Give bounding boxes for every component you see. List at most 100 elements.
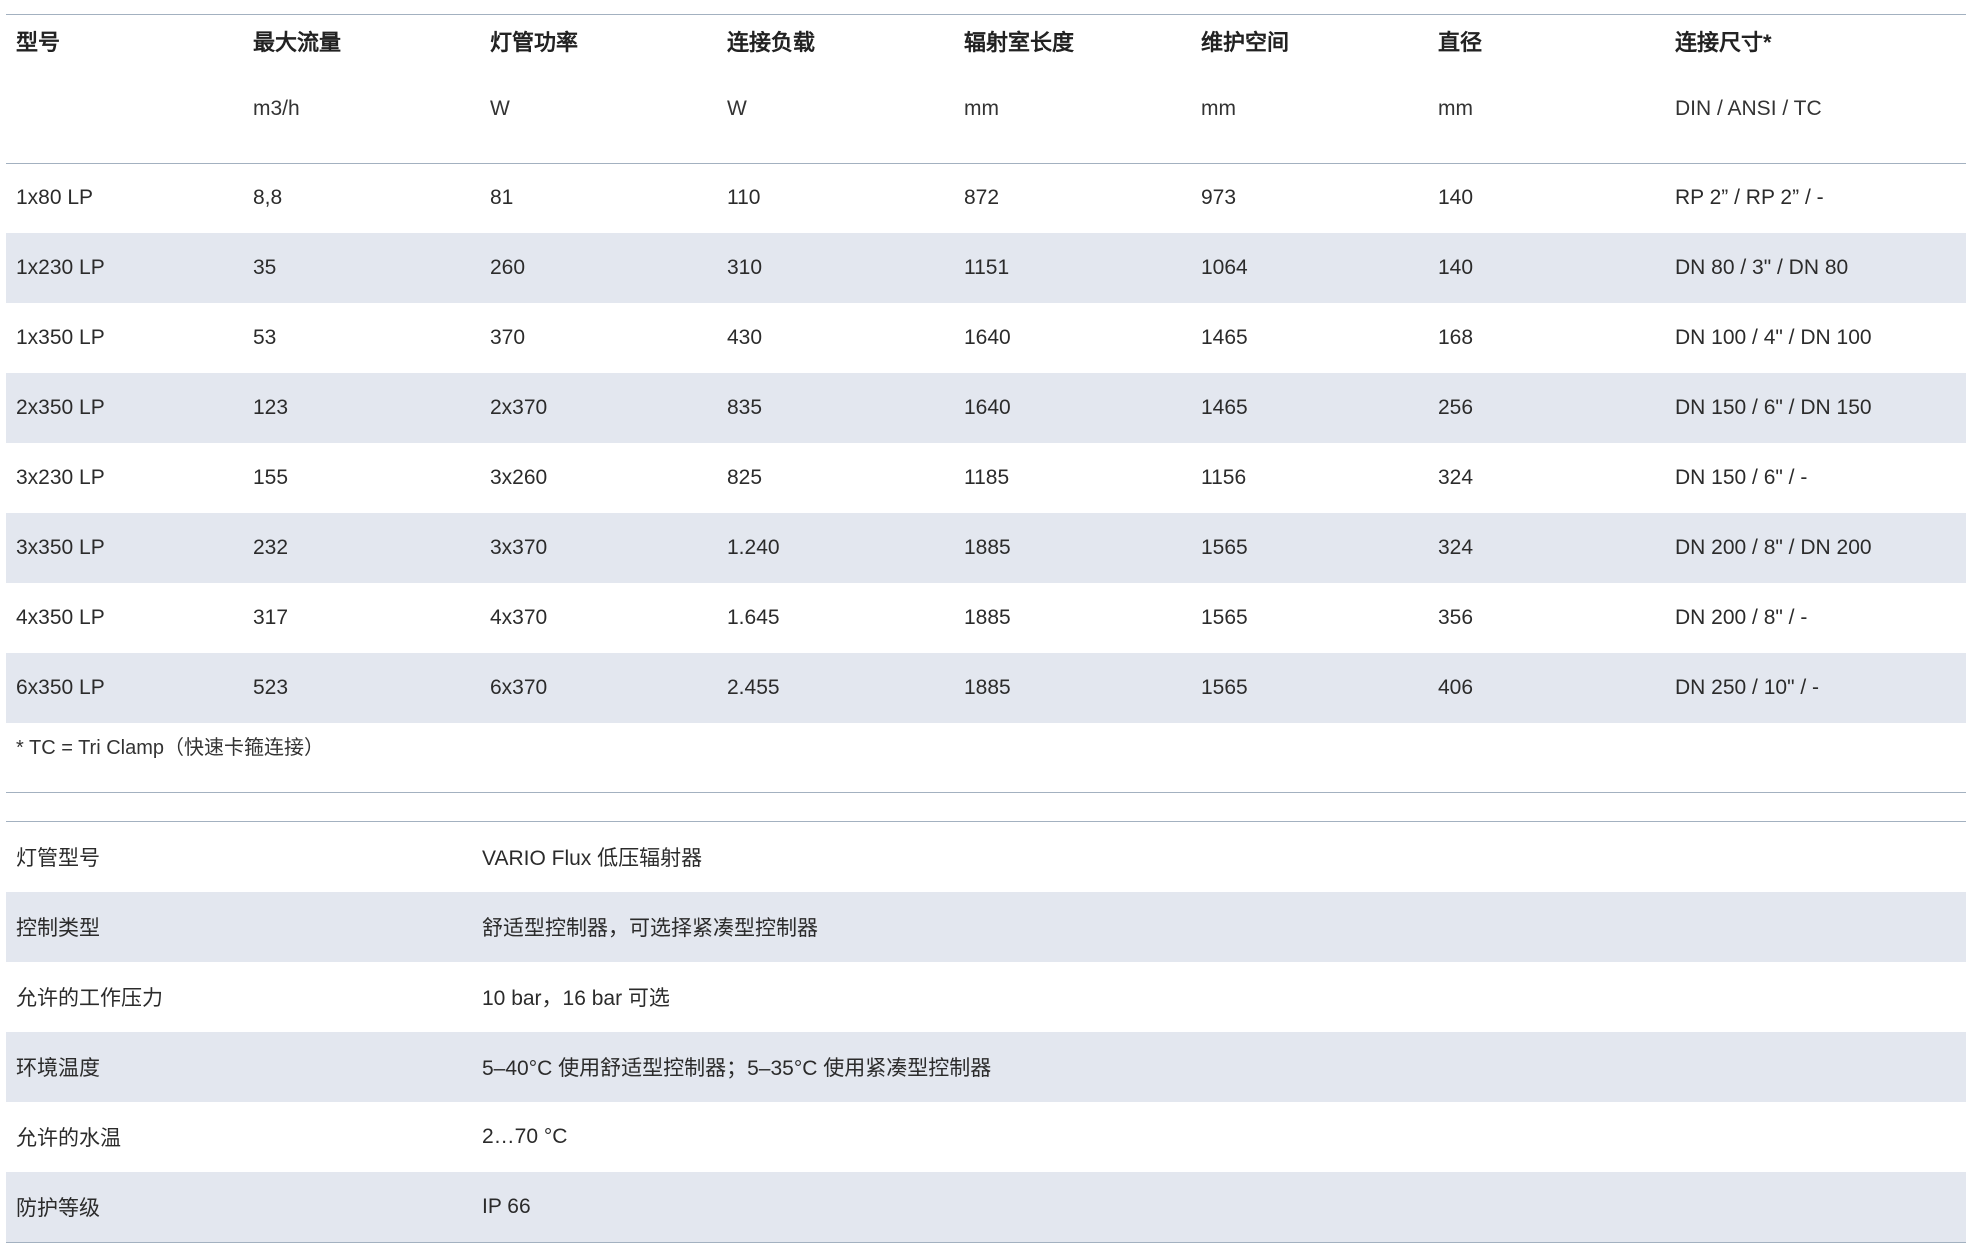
table-row: 6x350 LP 523 6x370 2.455 1885 1565 406 D… <box>6 653 1966 723</box>
unit-lamp-power: W <box>480 67 717 164</box>
property-value: 10 bar，16 bar 可选 <box>482 987 670 1010</box>
header-connection-size: 连接尺寸* <box>1675 30 1772 55</box>
cell-chamber-length: 1885 <box>964 606 1011 629</box>
property-value: IP 66 <box>482 1195 531 1218</box>
specifications-table: 型号 最大流量 灯管功率 连接负载 辐射室长度 维护空间 直径 连接尺寸* m3… <box>6 14 1966 723</box>
cell-model: 1x80 LP <box>16 186 94 210</box>
table-row: 2x350 LP 123 2x370 835 1640 1465 256 DN … <box>6 373 1966 443</box>
cell-model: 4x350 LP <box>16 606 105 629</box>
unit-max-flow: m3/h <box>243 67 480 164</box>
unit-connection-size: DIN / ANSI / TC <box>1665 67 1966 164</box>
table-footnote: * TC = Tri Clamp（快速卡箍连接） <box>6 723 1966 793</box>
property-label: 允许的工作压力 <box>16 987 163 1010</box>
cell-max-flow: 232 <box>243 513 480 583</box>
cell-max-flow: 8,8 <box>253 186 283 210</box>
properties-list: 灯管型号 VARIO Flux 低压辐射器 控制类型 舒适型控制器，可选择紧凑型… <box>6 821 1966 1243</box>
cell-connection-size: DN 150 / 6" / - <box>1675 466 1808 489</box>
cell-connected-load: 1.240 <box>717 513 954 583</box>
cell-maintenance-space: 1565 <box>1191 513 1428 583</box>
cell-lamp-power: 4x370 <box>490 606 548 629</box>
property-label: 灯管型号 <box>16 847 100 870</box>
cell-connected-load: 430 <box>727 326 763 349</box>
cell-diameter: 406 <box>1428 653 1665 723</box>
cell-diameter: 324 <box>1438 466 1474 489</box>
property-row: 防护等级 IP 66 <box>6 1172 1966 1242</box>
unit-model <box>6 67 243 164</box>
cell-connection-size: DN 250 / 10" / - <box>1665 653 1966 723</box>
cell-diameter: 140 <box>1438 186 1474 210</box>
header-connected-load: 连接负载 <box>727 30 816 55</box>
cell-model: 2x350 LP <box>6 373 243 443</box>
property-value: VARIO Flux 低压辐射器 <box>482 847 703 870</box>
unit-connected-load: W <box>717 67 954 164</box>
cell-connected-load: 825 <box>727 466 763 489</box>
cell-diameter: 356 <box>1438 606 1474 629</box>
cell-maintenance-space: 1465 <box>1201 326 1248 349</box>
unit-chamber-length: mm <box>954 67 1191 164</box>
property-label: 环境温度 <box>16 1057 100 1080</box>
cell-diameter: 324 <box>1428 513 1665 583</box>
cell-maintenance-space: 1565 <box>1201 606 1248 629</box>
cell-lamp-power: 3x370 <box>480 513 717 583</box>
table-row: 1x80 LP 8,8 81 110 872 973 140 RP 2” / R… <box>6 163 1966 233</box>
cell-model: 3x230 LP <box>16 466 105 489</box>
spec-sheet: 型号 最大流量 灯管功率 连接负载 辐射室长度 维护空间 直径 连接尺寸* m3… <box>6 14 1966 1243</box>
cell-maintenance-space: 1565 <box>1191 653 1428 723</box>
cell-connected-load: 1.645 <box>727 606 780 629</box>
header-chamber-length: 辐射室长度 <box>964 30 1075 55</box>
cell-max-flow: 53 <box>253 326 277 349</box>
unit-diameter: mm <box>1428 67 1665 164</box>
cell-chamber-length: 1185 <box>964 466 1010 489</box>
table-row: 3x230 LP 155 3x260 825 1185 1156 324 DN … <box>6 443 1966 513</box>
cell-connected-load: 835 <box>717 373 954 443</box>
property-row: 控制类型 舒适型控制器，可选择紧凑型控制器 <box>6 892 1966 962</box>
property-value: 2…70 °C <box>482 1125 568 1148</box>
property-value: 舒适型控制器，可选择紧凑型控制器 <box>482 917 818 940</box>
cell-maintenance-space: 973 <box>1201 186 1237 210</box>
cell-lamp-power: 81 <box>490 186 514 210</box>
cell-max-flow: 317 <box>253 606 289 629</box>
cell-lamp-power: 370 <box>490 326 526 349</box>
cell-max-flow: 35 <box>243 233 480 303</box>
cell-maintenance-space: 1156 <box>1201 466 1247 489</box>
cell-connected-load: 110 <box>727 186 761 210</box>
cell-diameter: 256 <box>1428 373 1665 443</box>
property-row: 环境温度 5–40°C 使用舒适型控制器；5–35°C 使用紧凑型控制器 <box>6 1032 1966 1102</box>
cell-connection-size: DN 80 / 3" / DN 80 <box>1665 233 1966 303</box>
cell-model: 6x350 LP <box>6 653 243 723</box>
property-label: 控制类型 <box>16 917 100 940</box>
cell-diameter: 168 <box>1438 326 1474 349</box>
cell-model: 3x350 LP <box>6 513 243 583</box>
property-row: 允许的水温 2…70 °C <box>6 1102 1966 1172</box>
cell-connected-load: 310 <box>717 233 954 303</box>
cell-lamp-power: 6x370 <box>480 653 717 723</box>
cell-model: 1x350 LP <box>16 326 105 349</box>
cell-max-flow: 155 <box>253 466 289 489</box>
cell-maintenance-space: 1465 <box>1191 373 1428 443</box>
header-lamp-power: 灯管功率 <box>490 30 579 55</box>
table-header-row: 型号 最大流量 灯管功率 连接负载 辐射室长度 维护空间 直径 连接尺寸* <box>6 15 1966 68</box>
cell-connection-size: DN 200 / 8" / DN 200 <box>1665 513 1966 583</box>
cell-chamber-length: 1885 <box>954 653 1191 723</box>
cell-lamp-power: 2x370 <box>480 373 717 443</box>
header-max-flow: 最大流量 <box>253 30 342 55</box>
cell-diameter: 140 <box>1428 233 1665 303</box>
cell-chamber-length: 1885 <box>954 513 1191 583</box>
cell-lamp-power: 260 <box>480 233 717 303</box>
cell-max-flow: 523 <box>243 653 480 723</box>
header-maintenance-space: 维护空间 <box>1201 30 1290 55</box>
table-row: 1x230 LP 35 260 310 1151 1064 140 DN 80 … <box>6 233 1966 303</box>
cell-max-flow: 123 <box>243 373 480 443</box>
property-row: 灯管型号 VARIO Flux 低压辐射器 <box>6 822 1966 892</box>
cell-connection-size: DN 150 / 6" / DN 150 <box>1665 373 1966 443</box>
property-row: 允许的工作压力 10 bar，16 bar 可选 <box>6 962 1966 1032</box>
cell-chamber-length: 1151 <box>954 233 1191 303</box>
cell-connection-size: DN 100 / 4" / DN 100 <box>1675 326 1872 349</box>
table-row: 3x350 LP 232 3x370 1.240 1885 1565 324 D… <box>6 513 1966 583</box>
header-model: 型号 <box>16 30 61 55</box>
cell-maintenance-space: 1064 <box>1191 233 1428 303</box>
table-row: 4x350 LP 317 4x370 1.645 1885 1565 356 D… <box>6 583 1966 653</box>
cell-chamber-length: 1640 <box>964 326 1011 349</box>
cell-lamp-power: 3x260 <box>490 466 548 489</box>
